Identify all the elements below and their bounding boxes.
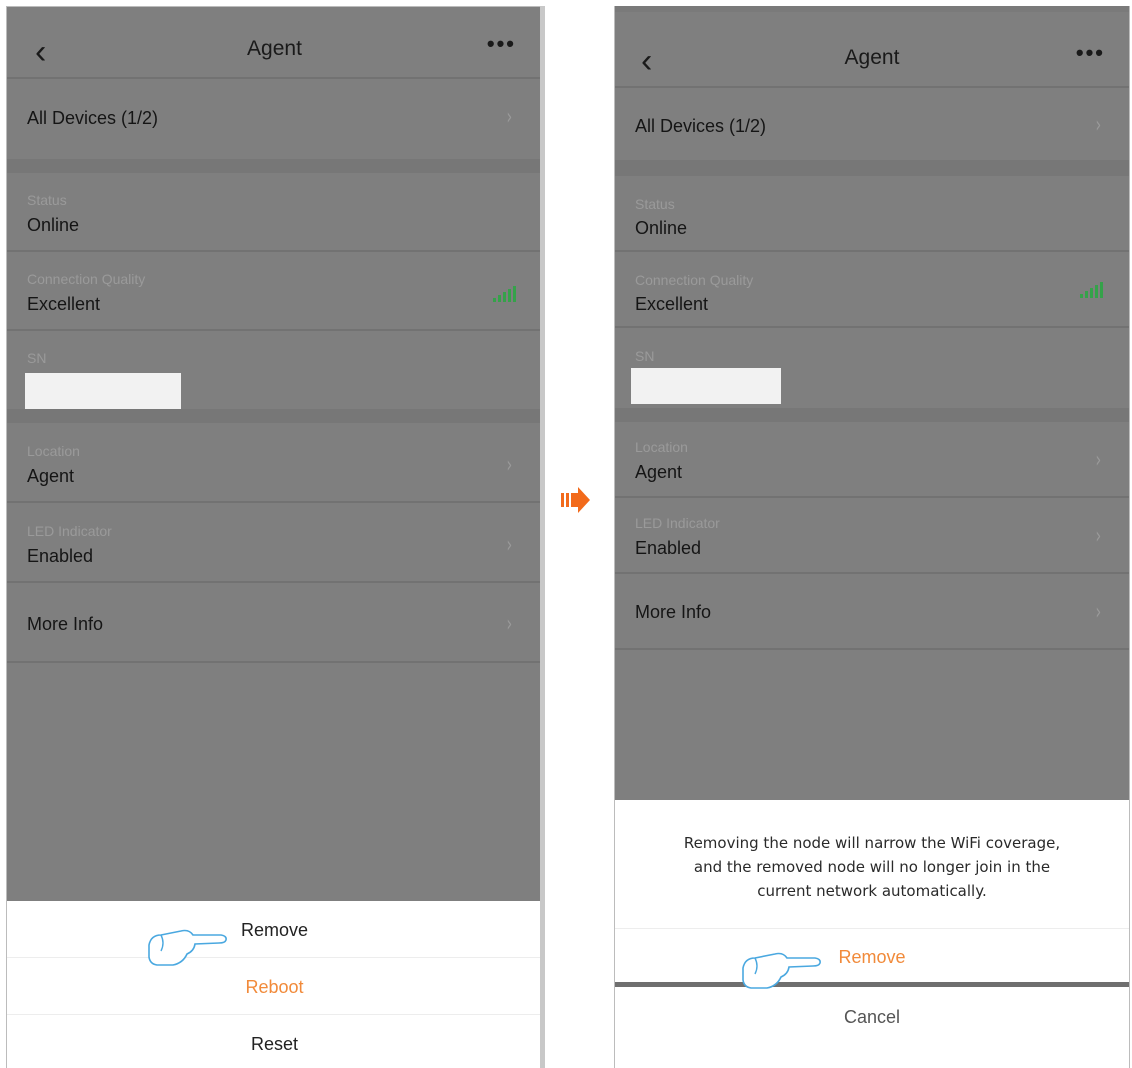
connection-quality-value: Excellent xyxy=(27,294,101,314)
all-devices-label: All Devices (1/2) xyxy=(27,108,159,128)
orange-right-arrow-icon xyxy=(561,487,590,513)
divider xyxy=(615,982,1129,987)
reset-button[interactable]: Reset xyxy=(7,1034,542,1055)
chevron-right-icon: › xyxy=(506,453,513,478)
dialog-message: Removing the node will narrow the WiFi c… xyxy=(615,831,1129,903)
location-row[interactable]: Location Agent › xyxy=(615,422,1129,496)
section-gap xyxy=(7,159,542,173)
dialog-message-line: and the removed node will no longer join… xyxy=(693,858,1051,876)
sn-redacted-value xyxy=(631,368,781,404)
signal-bars-icon xyxy=(1080,282,1103,298)
led-indicator-row[interactable]: LED Indicator Enabled › xyxy=(615,498,1129,572)
chevron-right-icon: › xyxy=(1095,524,1102,549)
divider xyxy=(615,648,1129,650)
dialog-message-line: current network automatically. xyxy=(757,882,987,900)
location-label: Location xyxy=(635,439,688,455)
chevron-right-icon: › xyxy=(1095,113,1102,138)
chevron-right-icon: › xyxy=(506,105,513,130)
led-indicator-value: Enabled xyxy=(635,538,702,558)
section-gap xyxy=(7,409,542,423)
more-dots-icon[interactable]: ••• xyxy=(487,31,516,57)
page-title: Agent xyxy=(247,37,302,60)
chevron-right-icon: › xyxy=(506,612,513,637)
divider xyxy=(7,661,542,663)
nav-bar: ‹ Agent ••• xyxy=(7,13,542,85)
remove-button[interactable]: Remove xyxy=(7,920,542,941)
divider xyxy=(7,957,542,958)
more-info-label: More Info xyxy=(27,614,104,634)
sn-row: SN xyxy=(615,328,1129,408)
status-bar xyxy=(615,6,1129,12)
sn-label: SN xyxy=(27,350,47,366)
signal-bars-icon xyxy=(493,286,516,302)
status-label: Status xyxy=(635,196,675,212)
status-row: Status Online xyxy=(615,176,1129,250)
led-indicator-value: Enabled xyxy=(27,546,94,566)
status-value: Online xyxy=(27,215,80,235)
sn-row: SN xyxy=(7,331,542,409)
led-indicator-row[interactable]: LED Indicator Enabled › xyxy=(7,503,542,581)
divider xyxy=(615,928,1129,929)
status-label: Status xyxy=(27,192,67,208)
section-gap xyxy=(615,408,1129,422)
led-indicator-label: LED Indicator xyxy=(27,523,112,539)
dialog-remove-button[interactable]: Remove xyxy=(615,947,1129,968)
connection-quality-row: Connection Quality Excellent xyxy=(7,252,542,330)
more-info-row[interactable]: More Info › xyxy=(615,574,1129,648)
divider xyxy=(540,6,545,1068)
dialog-cancel-button[interactable]: Cancel xyxy=(615,1007,1129,1028)
page-title: Agent xyxy=(844,46,900,69)
section-gap xyxy=(615,160,1129,176)
pointing-hand-icon xyxy=(148,929,227,966)
remove-confirm-dialog: Removing the node will narrow the WiFi c… xyxy=(615,800,1129,1068)
location-value: Agent xyxy=(635,462,683,482)
more-info-label: More Info xyxy=(635,602,712,622)
dialog-message-line: Removing the node will narrow the WiFi c… xyxy=(683,834,1061,852)
location-label: Location xyxy=(27,443,80,459)
connection-quality-row: Connection Quality Excellent xyxy=(615,252,1129,326)
status-row: Status Online xyxy=(7,173,542,251)
all-devices-label: All Devices (1/2) xyxy=(635,116,767,136)
all-devices-row[interactable]: All Devices (1/2) › xyxy=(615,88,1129,160)
right-phone-screen: ‹ Agent ••• All Devices (1/2) › Status O… xyxy=(614,6,1130,1068)
status-value: Online xyxy=(635,218,688,238)
led-indicator-label: LED Indicator xyxy=(635,515,720,531)
connection-quality-label: Connection Quality xyxy=(635,272,754,288)
connection-quality-label: Connection Quality xyxy=(27,271,146,287)
location-row[interactable]: Location Agent › xyxy=(7,423,542,501)
location-value: Agent xyxy=(27,466,75,486)
chevron-right-icon: › xyxy=(506,533,513,558)
connection-quality-value: Excellent xyxy=(635,294,709,314)
chevron-right-icon: › xyxy=(1095,448,1102,473)
nav-bar: ‹ Agent ••• xyxy=(615,22,1129,94)
more-dots-icon[interactable]: ••• xyxy=(1076,40,1105,66)
left-phone-screen: ‹ Agent ••• All Devices (1/2) › Status O… xyxy=(6,6,542,1068)
sn-redacted-value xyxy=(25,373,181,409)
reboot-button[interactable]: Reboot xyxy=(7,977,542,998)
more-info-row[interactable]: More Info › xyxy=(7,583,542,661)
all-devices-row[interactable]: All Devices (1/2) › xyxy=(7,79,542,159)
chevron-right-icon: › xyxy=(1095,600,1102,625)
divider xyxy=(7,1014,542,1015)
action-sheet: Remove Reboot Reset xyxy=(7,901,542,1068)
sn-label: SN xyxy=(635,348,655,364)
pointing-hand-icon xyxy=(742,952,821,989)
